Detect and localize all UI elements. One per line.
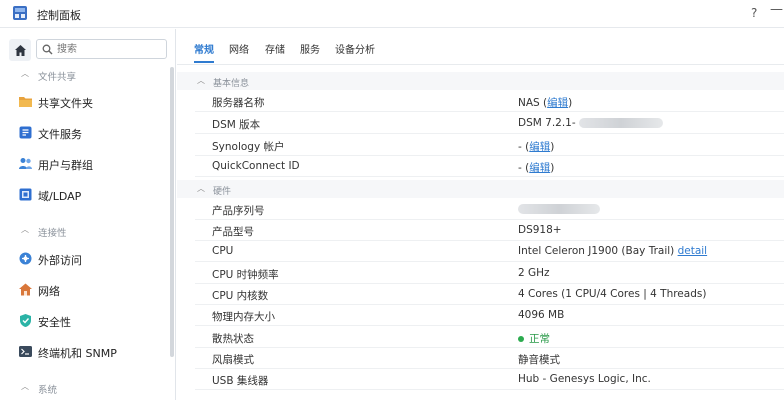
title-bar: 控制面板 ? — [0,0,784,28]
chevron-up-icon: ︿ [21,382,29,391]
info-row-memory: 物理内存大小 4096 MB [195,305,784,326]
info-row-server-name: 服务器名称 NAS (编辑) [195,91,784,112]
sidebar-scrollbar[interactable] [170,67,174,357]
sidebar-item-security[interactable]: 安全性 [0,307,170,335]
info-row-cpu-cores: CPU 内核数 4 Cores (1 CPU/4 Cores | 4 Threa… [195,284,784,305]
chevron-up-icon: ︿ [21,69,29,78]
sidebar-item-terminal-snmp[interactable]: 终端机和 SNMP [0,338,170,366]
minimize-button[interactable]: — [770,2,783,17]
tab-bar: 常规 网络 存储 服务 设备分析 [177,29,784,65]
file-services-icon [19,126,32,139]
info-row-synology-account: Synology 帐户 - (编辑) [195,135,784,156]
tab-services[interactable]: 服务 [300,41,320,56]
chevron-up-icon: ︿ [197,184,205,193]
dsm-version-value: DSM 7.2.1- [518,117,576,129]
status-ok-dot [518,336,524,342]
info-row-cpu: CPU Intel Celeron J1900 (Bay Trail) deta… [195,241,784,262]
users-icon [19,158,32,169]
edit-server-name-link[interactable]: 编辑 [547,97,568,109]
search-field[interactable] [36,39,167,59]
network-house-icon [19,283,32,296]
folder-icon [19,97,32,107]
tab-storage[interactable]: 存储 [265,41,285,56]
window-title: 控制面板 [37,9,81,22]
redacted-version [579,118,663,128]
group-connectivity[interactable]: ︿ 连接性 [0,222,170,240]
home-button[interactable] [9,39,31,61]
info-row-cpu-clock: CPU 时钟频率 2 GHz [195,263,784,284]
terminal-icon [19,346,32,357]
tab-general[interactable]: 常规 [194,41,214,56]
thermal-status-value: 正常 [529,333,550,345]
shield-icon [20,314,31,327]
sidebar-item-network[interactable]: 网络 [0,276,170,304]
search-input[interactable] [57,42,162,56]
control-panel-app-icon [13,6,27,20]
info-row-serial-number: 产品序列号 [195,199,784,220]
help-button[interactable]: ? [751,6,757,20]
sidebar-item-file-services[interactable]: 文件服务 [0,119,170,147]
chevron-up-icon: ︿ [197,76,205,85]
home-icon [14,44,26,56]
info-row-thermal-status: 散热状态 正常 [195,327,784,348]
group-system[interactable]: ︿ 系统 [0,379,170,397]
cpu-detail-link[interactable]: detail [678,245,708,257]
section-hardware[interactable]: ︿ 硬件 [177,180,784,198]
edit-quickconnect-link[interactable]: 编辑 [529,162,550,174]
info-row-fan-mode: 风扇模式 静音模式 [195,348,784,369]
search-icon [42,44,53,55]
info-row-model: 产品型号 DS918+ [195,220,784,241]
info-row-quickconnect-id: QuickConnect ID - (编辑) [195,156,784,177]
chevron-up-icon: ︿ [21,225,29,234]
sidebar-item-domain-ldap[interactable]: 域/LDAP [0,181,170,209]
redacted-serial [518,204,600,214]
section-basic-info[interactable]: ︿ 基本信息 [177,72,784,90]
info-row-usb-hub: USB 集线器 Hub - Genesys Logic, Inc. [195,369,784,390]
sidebar-item-shared-folder[interactable]: 共享文件夹 [0,88,170,116]
main-panel: 常规 网络 存储 服务 设备分析 ︿ 基本信息 服务器名称 NAS (编辑) D… [177,29,784,400]
sidebar-item-users-groups[interactable]: 用户与群组 [0,150,170,178]
group-file-sharing[interactable]: ︿ 文件共享 [0,66,170,84]
server-name-value: NAS ( [518,97,548,109]
info-row-dsm-version: DSM 版本 DSM 7.2.1- [195,113,784,134]
sidebar-item-external-access[interactable]: 外部访问 [0,245,170,273]
tab-network[interactable]: 网络 [229,41,249,56]
domain-icon [19,188,32,201]
tab-device-analysis[interactable]: 设备分析 [335,41,375,56]
edit-synology-account-link[interactable]: 编辑 [529,141,550,153]
external-access-icon [19,252,32,265]
active-tab-indicator [194,61,214,63]
sidebar: ︿ 文件共享 共享文件夹 文件服务 用户与群组 域/LDAP [0,29,176,400]
